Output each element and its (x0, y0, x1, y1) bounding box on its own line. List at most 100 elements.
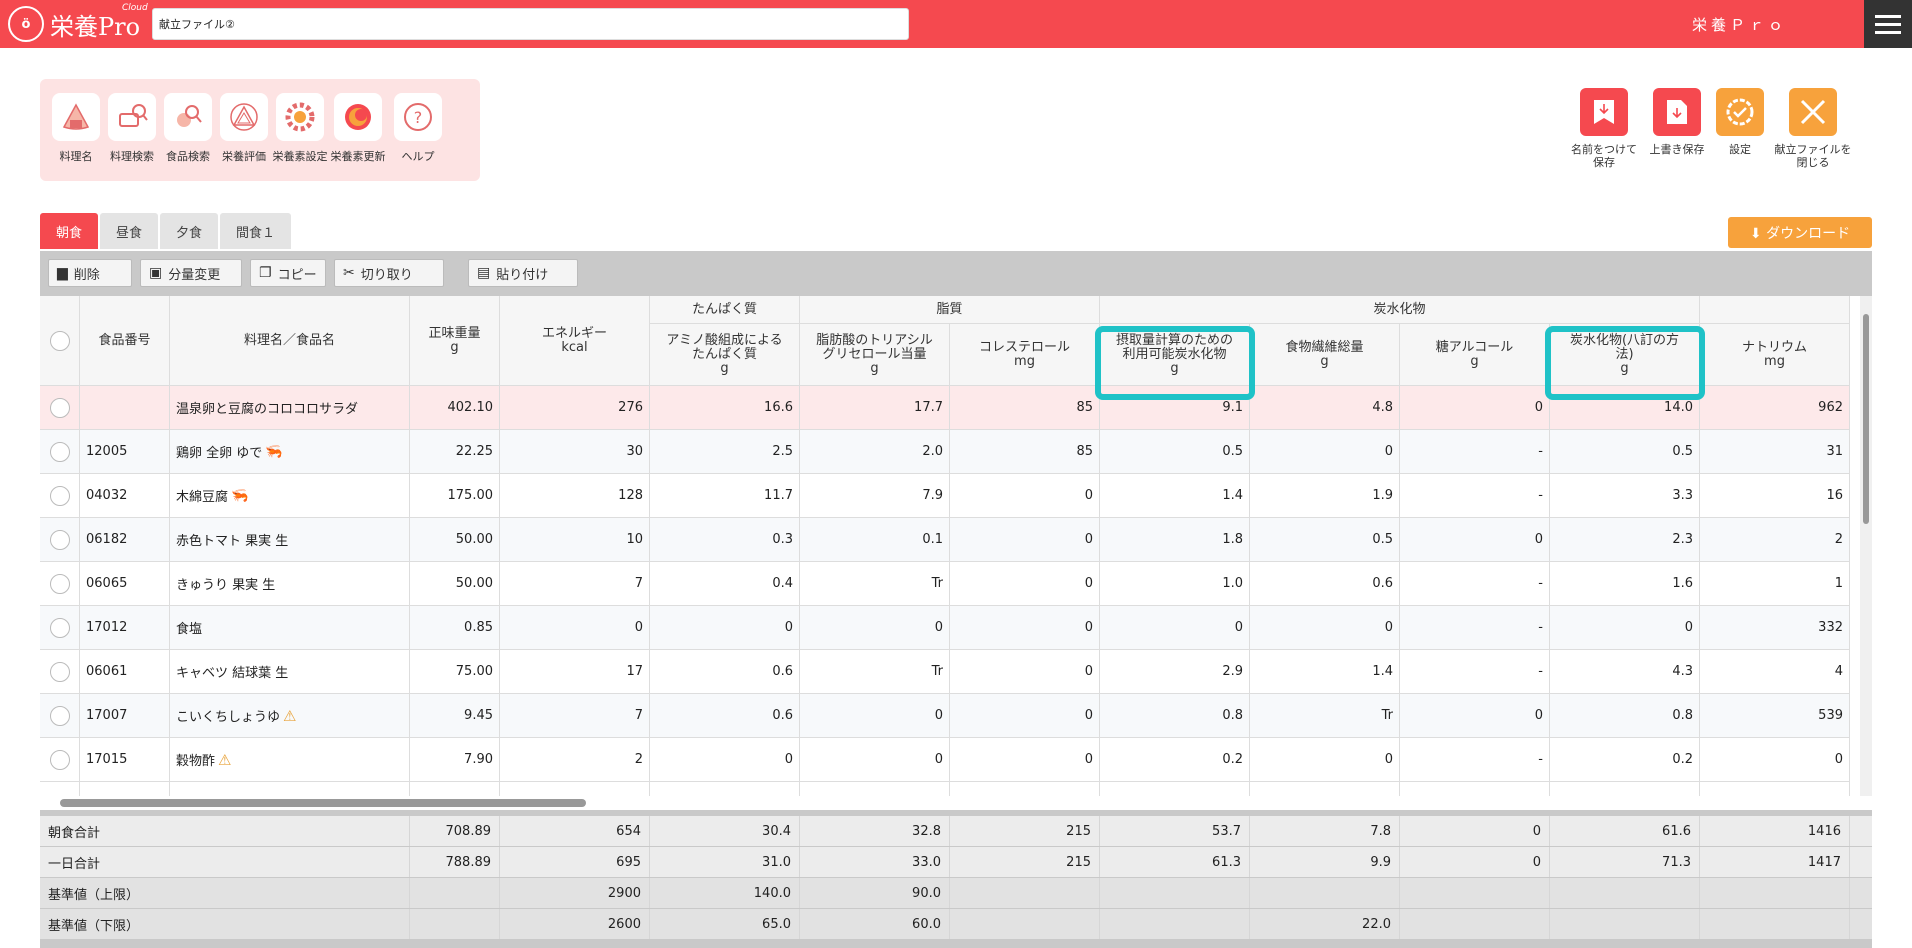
nutrient-value-cell[interactable]: 2 (1700, 518, 1850, 562)
nutrient-value-cell[interactable]: 0 (1400, 518, 1550, 562)
tool-help[interactable]: ? ヘルプ (388, 93, 448, 164)
nutrient-value-cell[interactable]: 0 (1700, 738, 1850, 782)
nutrient-value-cell[interactable]: - (1400, 430, 1550, 474)
nutrient-value-cell[interactable]: 0.8 (1100, 694, 1250, 738)
delete-button[interactable]: ▆ 削除 (48, 259, 132, 287)
nutrient-value-cell[interactable]: 0.6 (650, 694, 800, 738)
paste-button[interactable]: ▤ 貼り付け (468, 259, 578, 287)
nutrient-value-cell[interactable]: 22.25 (410, 430, 500, 474)
nutrient-value-cell[interactable]: - (1400, 738, 1550, 782)
nutrient-value-cell[interactable]: 11.7 (650, 474, 800, 518)
horizontal-scrollbar[interactable] (40, 796, 1872, 810)
nutrient-value-cell[interactable]: 0.8 (1550, 694, 1700, 738)
nutrient-value-cell[interactable]: 0.2 (1550, 738, 1700, 782)
nutrient-value-cell[interactable]: 0 (1550, 606, 1700, 650)
food-code-cell[interactable]: 04032 (80, 474, 170, 518)
nutrient-value-cell[interactable]: 0 (800, 606, 950, 650)
food-name-cell[interactable]: 鶏卵 全卵 ゆで 🦐 (170, 430, 410, 474)
tool-dish-name[interactable]: 料理名 (46, 93, 106, 164)
nutrient-value-cell[interactable]: 332 (1700, 606, 1850, 650)
menu-file-name-input[interactable] (152, 8, 909, 40)
nutrient-value-cell[interactable]: 0 (1250, 606, 1400, 650)
nutrient-value-cell[interactable]: 0 (1400, 694, 1550, 738)
nutrient-value-cell[interactable]: 402.10 (410, 386, 500, 430)
nutrient-value-cell[interactable]: 539 (1700, 694, 1850, 738)
hamburger-menu-button[interactable] (1864, 0, 1912, 48)
nutrient-value-cell[interactable]: 0 (650, 738, 800, 782)
nutrient-value-cell[interactable]: 30 (500, 430, 650, 474)
nutrient-value-cell[interactable]: 4 (1700, 650, 1850, 694)
tool-nutrient-update[interactable]: 栄養素更新 (328, 93, 388, 164)
nutrient-value-cell[interactable]: 276 (500, 386, 650, 430)
food-name-cell[interactable]: 木綿豆腐 🦐 (170, 474, 410, 518)
tool-dish-search[interactable]: 料理検索 (102, 93, 162, 164)
nutrient-value-cell[interactable]: 9.45 (410, 694, 500, 738)
nutrient-value-cell[interactable]: Tr (800, 650, 950, 694)
nutrient-value-cell[interactable]: 0.2 (1100, 738, 1250, 782)
food-code-cell[interactable]: 17015 (80, 738, 170, 782)
row-select-radio[interactable] (49, 705, 70, 726)
nutrient-value-cell[interactable]: 0 (1400, 386, 1550, 430)
nutrient-value-cell[interactable]: 85 (950, 386, 1100, 430)
nutrient-value-cell[interactable]: - (1400, 650, 1550, 694)
nutrient-value-cell[interactable]: 0 (1100, 606, 1250, 650)
nutrient-value-cell[interactable]: 0 (950, 650, 1100, 694)
tool-nutrition-eval[interactable]: 栄養評価 (214, 93, 274, 164)
nutrient-value-cell[interactable]: 2.0 (800, 430, 950, 474)
copy-button[interactable]: ❐ コピー (250, 259, 326, 287)
nutrient-value-cell[interactable]: 0 (950, 738, 1100, 782)
nutrient-value-cell[interactable]: 0.4 (650, 562, 800, 606)
nutrient-value-cell[interactable]: 1 (1700, 562, 1850, 606)
nutrient-value-cell[interactable]: 0 (800, 694, 950, 738)
row-select-radio[interactable] (49, 529, 70, 550)
nutrient-value-cell[interactable]: 50.00 (410, 562, 500, 606)
save-as-button[interactable]: 名前をつけて 保存 (1564, 88, 1644, 169)
nutrient-value-cell[interactable]: 0.5 (1100, 430, 1250, 474)
food-code-cell[interactable]: 06061 (80, 650, 170, 694)
nutrient-value-cell[interactable]: 10 (500, 518, 650, 562)
nutrient-value-cell[interactable]: 0.85 (410, 606, 500, 650)
row-select-radio[interactable] (49, 617, 70, 638)
cut-button[interactable]: ✂ 切り取り (334, 259, 444, 287)
nutrient-value-cell[interactable]: 7.90 (410, 738, 500, 782)
row-select-radio[interactable] (49, 749, 70, 770)
column-header[interactable]: ナトリウム mg (1700, 324, 1850, 386)
nutrient-value-cell[interactable]: 0.3 (650, 518, 800, 562)
nutrient-value-cell[interactable]: 4.8 (1250, 386, 1400, 430)
nutrient-value-cell[interactable]: 0 (950, 562, 1100, 606)
nutrient-value-cell[interactable]: 0 (800, 738, 950, 782)
nutrient-value-cell[interactable]: 0.6 (650, 650, 800, 694)
nutrient-value-cell[interactable]: 1.6 (1550, 562, 1700, 606)
food-code-cell[interactable]: 12005 (80, 430, 170, 474)
nutrient-value-cell[interactable]: 0 (1250, 738, 1400, 782)
column-header[interactable]: 炭水化物(八訂の方 法) g (1550, 324, 1700, 386)
nutrient-value-cell[interactable]: 0.5 (1250, 518, 1400, 562)
column-header[interactable]: 食物繊維総量 g (1250, 324, 1400, 386)
settings-button[interactable]: 設定 (1700, 88, 1780, 156)
food-code-cell[interactable] (80, 386, 170, 430)
nutrient-value-cell[interactable]: 1.9 (1250, 474, 1400, 518)
nutrient-value-cell[interactable]: - (1400, 474, 1550, 518)
row-select-radio[interactable] (49, 573, 70, 594)
select-all-radio[interactable] (49, 330, 70, 351)
tab-breakfast[interactable]: 朝食 (40, 213, 99, 249)
tool-food-search[interactable]: 食品検索 (158, 93, 218, 164)
nutrient-value-cell[interactable]: 2.9 (1100, 650, 1250, 694)
nutrient-value-cell[interactable]: 17.7 (800, 386, 950, 430)
nutrient-value-cell[interactable]: 0 (950, 518, 1100, 562)
column-header[interactable]: 摂取量計算のための 利用可能炭水化物 g (1100, 324, 1250, 386)
nutrient-value-cell[interactable]: 2.3 (1550, 518, 1700, 562)
horizontal-scroll-thumb[interactable] (60, 799, 586, 807)
nutrient-value-cell[interactable]: 128 (500, 474, 650, 518)
column-header[interactable]: 糖アルコール g (1400, 324, 1550, 386)
nutrient-value-cell[interactable]: 75.00 (410, 650, 500, 694)
nutrient-value-cell[interactable]: Tr (1250, 694, 1400, 738)
nutrient-value-cell[interactable]: 0 (950, 474, 1100, 518)
food-code-cell[interactable]: 17012 (80, 606, 170, 650)
nutrient-value-cell[interactable]: 7 (500, 694, 650, 738)
download-button[interactable]: ⬇ ダウンロード (1728, 217, 1872, 248)
nutrient-value-cell[interactable]: 9.1 (1100, 386, 1250, 430)
tab-snack-1[interactable]: 間食１ (220, 213, 292, 249)
nutrient-value-cell[interactable]: - (1400, 562, 1550, 606)
column-header[interactable]: 食品番号 (80, 296, 170, 386)
